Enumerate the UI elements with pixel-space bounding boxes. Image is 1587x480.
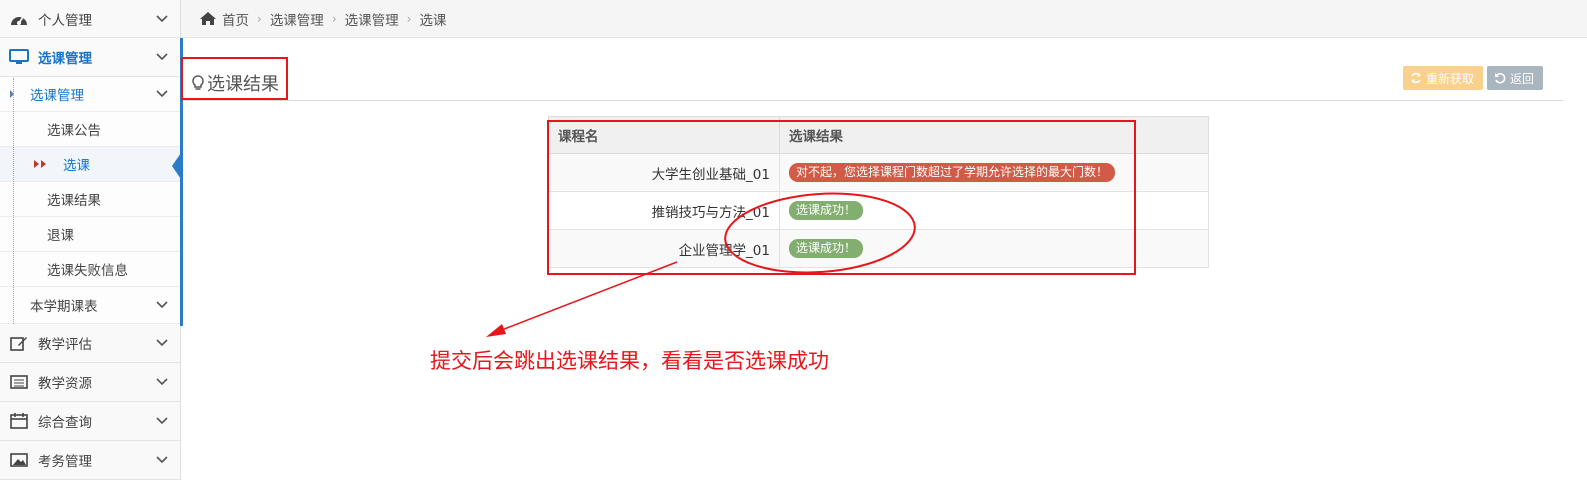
list-icon	[8, 373, 30, 391]
nav-label: 个人管理	[38, 12, 92, 29]
course-name: 推销技巧与方法_01	[548, 191, 780, 230]
back-button[interactable]: 返回	[1487, 66, 1543, 90]
nav-label: 综合查询	[38, 415, 92, 431]
refresh-button[interactable]: 重新获取	[1403, 66, 1483, 90]
chevron-down-icon	[156, 339, 168, 347]
tree-guide-line	[13, 78, 15, 324]
course-name: 企业管理学_01	[548, 229, 780, 268]
chevron-down-icon	[156, 378, 168, 386]
double-arrow-icon	[34, 160, 46, 168]
sub-label: 选课结果	[47, 193, 101, 209]
refresh-icon	[1411, 72, 1421, 84]
breadcrumb-item[interactable]: 选课管理	[345, 9, 399, 29]
chevron-down-icon	[156, 90, 168, 98]
annotation-caption: 提交后会跳出选课结果，看看是否选课成功	[430, 349, 829, 373]
result-cell: 选课成功！	[779, 191, 1209, 230]
breadcrumb: 首页 › 选课管理 › 选课管理 › 选课	[181, 0, 1587, 38]
sub-label: 选课管理	[30, 88, 84, 104]
chevron-down-icon	[156, 301, 168, 309]
sub-item-announcement[interactable]: 选课公告	[0, 112, 180, 147]
page-title: 选课结果	[192, 70, 279, 96]
status-badge: 选课成功！	[789, 201, 864, 220]
title-divider	[183, 100, 1563, 101]
monitor-icon	[8, 48, 30, 66]
nav-course-selection[interactable]: 选课管理	[0, 38, 180, 77]
result-table: 课程名 选课结果 大学生创业基础_01 对不起，您选择课程门数超过了学期允许选择…	[548, 116, 1209, 268]
breadcrumb-separator: ›	[257, 11, 262, 26]
nav-query[interactable]: 综合查询	[0, 402, 180, 441]
sub-item-failed[interactable]: 选课失败信息	[0, 252, 180, 287]
annotation-arrow-head	[486, 324, 506, 337]
undo-icon	[1495, 72, 1506, 84]
nav-resources[interactable]: 教学资源	[0, 363, 180, 402]
breadcrumb-current: 选课	[419, 12, 447, 29]
page-title-text: 选课结果	[207, 74, 279, 95]
sub-label: 选课公告	[47, 123, 101, 139]
sub-group-course-selection[interactable]: 选课管理	[0, 77, 180, 112]
home-icon[interactable]	[199, 11, 217, 26]
nav-personal[interactable]: 个人管理	[0, 0, 180, 38]
result-cell: 对不起，您选择课程门数超过了学期允许选择的最大门数！	[779, 153, 1209, 192]
nav-evaluation[interactable]: 教学评估	[0, 324, 180, 363]
nav-label: 选课管理	[38, 51, 92, 67]
active-item-pointer	[172, 150, 183, 182]
breadcrumb-separator: ›	[331, 11, 337, 26]
image-icon	[8, 451, 30, 469]
sidebar: 个人管理 选课管理 选课管理 选课公告 选课 选课结果 退课 选课失败信息 本学…	[0, 0, 181, 480]
nav-label: 考务管理	[38, 454, 92, 470]
sub-label: 选课失败信息	[47, 263, 128, 279]
result-cell: 选课成功！	[779, 229, 1209, 268]
lightbulb-icon	[192, 74, 204, 90]
sub-label: 本学期课表	[30, 299, 98, 315]
table-header-row: 课程名 选课结果	[548, 116, 1209, 154]
breadcrumb-separator: ›	[406, 11, 412, 26]
breadcrumb-item[interactable]: 选课管理	[270, 9, 324, 29]
active-section-bar	[180, 38, 183, 326]
submenu: 选课管理 选课公告 选课 选课结果 退课 选课失败信息 本学期课表	[0, 77, 180, 324]
sub-label: 选课	[63, 158, 90, 174]
status-badge: 选课成功！	[789, 239, 864, 258]
status-badge: 对不起，您选择课程门数超过了学期允许选择的最大门数！	[789, 163, 1116, 182]
table-row: 大学生创业基础_01 对不起，您选择课程门数超过了学期允许选择的最大门数！	[548, 153, 1209, 192]
chevron-down-icon	[156, 417, 168, 425]
chevron-down-icon	[156, 456, 168, 464]
sub-item-select[interactable]: 选课	[0, 147, 180, 182]
course-name: 大学生创业基础_01	[548, 153, 780, 192]
nav-label: 教学资源	[38, 376, 92, 392]
calendar-icon	[8, 412, 30, 430]
nav-exams[interactable]: 考务管理	[0, 441, 180, 480]
sub-item-results[interactable]: 选课结果	[0, 182, 180, 217]
table-row: 推销技巧与方法_01 选课成功！	[548, 191, 1209, 230]
column-header-course: 课程名	[548, 116, 780, 154]
edit-icon	[8, 334, 30, 352]
breadcrumb-home[interactable]: 首页	[222, 9, 249, 29]
table-row: 企业管理学_01 选课成功！	[548, 229, 1209, 268]
column-header-result: 选课结果	[779, 116, 1209, 154]
nav-label: 教学评估	[38, 337, 92, 353]
sub-group-timetable[interactable]: 本学期课表	[0, 287, 180, 324]
chevron-down-icon	[156, 53, 168, 61]
refresh-button-label: 重新获取	[1426, 71, 1475, 86]
annotation-arrow-line	[493, 261, 678, 334]
sub-label: 退课	[47, 228, 74, 244]
sub-item-drop[interactable]: 退课	[0, 217, 180, 252]
chevron-down-icon	[156, 14, 168, 22]
back-button-label: 返回	[1510, 71, 1535, 86]
dashboard-icon	[8, 10, 30, 28]
